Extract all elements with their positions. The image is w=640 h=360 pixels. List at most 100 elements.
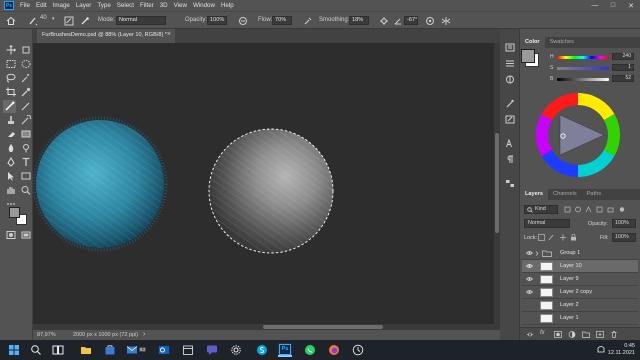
visibility-eye-icon[interactable] (526, 263, 533, 269)
airbrush-icon[interactable] (303, 16, 313, 26)
menu-3d[interactable]: 3D (157, 2, 171, 9)
menu-view[interactable]: View (171, 2, 190, 9)
layer-row-layer-9[interactable]: Layer 9 (522, 273, 638, 286)
saturation-value[interactable]: 1 (612, 64, 634, 71)
lasso-tool-icon[interactable] (5, 73, 17, 83)
mode-select[interactable]: Normal (116, 16, 166, 25)
close-window-button[interactable]: ✕ (622, 0, 640, 11)
menu-image[interactable]: Image (50, 2, 73, 9)
gradient-tool-icon[interactable] (20, 129, 32, 139)
marquee-tool-icon[interactable] (5, 59, 17, 69)
screen-mode-icon[interactable] (20, 230, 32, 240)
zoom-tool-icon[interactable] (20, 185, 32, 195)
delete-layer-icon[interactable] (610, 331, 618, 338)
search-taskbar-icon[interactable] (30, 344, 42, 356)
adjustments-panel-icon[interactable] (505, 75, 515, 84)
layer-opacity-field[interactable]: 100% (612, 219, 636, 228)
brush-settings-icon[interactable] (64, 16, 74, 26)
status-menu-arrow[interactable]: › (143, 331, 145, 338)
layer-row-layer-2[interactable]: Layer 2 (522, 299, 638, 312)
glyphs-panel-icon[interactable] (505, 179, 515, 188)
brush-dropdown-icon[interactable]: ▾ (52, 16, 55, 22)
horizontal-scroll-thumb[interactable] (263, 325, 383, 329)
paragraph-panel-icon[interactable] (505, 155, 515, 164)
eyedropper-tool-icon[interactable] (20, 87, 32, 97)
brush-preset-icon[interactable] (28, 16, 38, 26)
quick-mask-icon[interactable] (5, 230, 17, 240)
canvas-area[interactable] (33, 43, 494, 330)
artboard-tool-icon[interactable] (20, 45, 32, 55)
new-group-icon[interactable] (582, 331, 590, 338)
add-mask-icon[interactable] (554, 331, 562, 338)
system-clock[interactable]: 0:45 12.11.2021 (608, 343, 635, 357)
eraser-tool-icon[interactable] (5, 129, 17, 139)
angle-field[interactable]: -67° (404, 16, 418, 25)
magic-wand-icon[interactable] (20, 73, 32, 83)
history-panel-icon[interactable] (505, 43, 515, 52)
firefox-icon[interactable] (328, 344, 340, 356)
path-selection-icon[interactable] (5, 171, 17, 181)
pencil-tool-icon[interactable] (20, 101, 32, 111)
document-tab[interactable]: FurBrushesDemo.psd @ 88% (Layer 10, RGB/… (37, 29, 175, 43)
file-explorer-icon[interactable] (80, 344, 92, 356)
menu-select[interactable]: Select (114, 2, 137, 9)
photoshop-taskbar-button[interactable]: Ps (278, 343, 292, 357)
dodge-tool-icon[interactable] (20, 143, 32, 153)
brush-tip-icon[interactable] (80, 16, 90, 26)
expand-arrow-icon[interactable] (535, 251, 539, 256)
tab-swatches[interactable]: Swatches (545, 37, 579, 48)
outlook-icon[interactable] (158, 344, 170, 356)
windows-start-icon[interactable] (8, 344, 20, 356)
menu-window[interactable]: Window (190, 2, 218, 9)
tab-color[interactable]: Color (520, 37, 545, 48)
menu-type[interactable]: Type (94, 2, 113, 9)
smoothing-settings-icon[interactable] (379, 16, 389, 26)
menu-help[interactable]: Help (218, 2, 237, 9)
visibility-eye-icon[interactable] (526, 289, 533, 295)
calendar-icon[interactable] (182, 344, 194, 356)
smoothing-field[interactable]: 18% (349, 16, 369, 25)
blend-mode-select[interactable]: Normal (524, 219, 570, 228)
adjustment-layer-icon[interactable] (568, 331, 576, 338)
ellipse-marquee-icon[interactable] (20, 59, 32, 69)
tab-paths[interactable]: Paths (582, 189, 606, 200)
layer-row-group-1[interactable]: Group 1 (522, 247, 638, 260)
task-view-icon[interactable] (52, 344, 64, 356)
character-panel-icon[interactable] (505, 139, 515, 148)
skype-icon[interactable] (256, 344, 268, 356)
home-icon[interactable] (6, 16, 16, 26)
blur-tool-icon[interactable] (5, 143, 17, 153)
clone-stamp-icon[interactable] (5, 115, 17, 125)
pen-tool-icon[interactable] (5, 157, 17, 167)
layer-filter-icons[interactable] (564, 206, 626, 213)
store-icon[interactable] (104, 344, 116, 356)
settings-taskbar-icon[interactable] (230, 344, 242, 356)
hue-slider[interactable] (557, 56, 609, 59)
link-layers-icon[interactable] (526, 331, 534, 338)
saturation-slider[interactable] (557, 67, 609, 70)
brightness-slider[interactable] (557, 78, 609, 81)
layer-row-layer-10[interactable]: Layer 10 (522, 260, 638, 273)
hand-tool-icon[interactable] (5, 185, 17, 195)
maximize-button[interactable]: □ (604, 0, 622, 11)
chat-icon[interactable] (206, 344, 218, 356)
layer-row-layer-2-copy[interactable]: Layer 2 copy (522, 286, 638, 299)
opacity-field[interactable]: 100% (207, 16, 227, 25)
symmetry-icon[interactable] (441, 16, 451, 26)
flow-field[interactable]: 70% (272, 16, 292, 25)
mail-app[interactable]: 63 (126, 344, 147, 356)
pressure-size-icon[interactable] (425, 16, 435, 26)
visibility-eye-icon[interactable] (526, 276, 533, 282)
brush-settings-panel-icon[interactable] (505, 115, 515, 124)
brushes-panel-icon[interactable] (505, 99, 515, 108)
visibility-eye-icon[interactable] (526, 250, 533, 256)
brush-tool-icon[interactable] (4, 101, 16, 111)
menu-edit[interactable]: Edit (33, 2, 50, 9)
vertical-scroll-thumb[interactable] (495, 133, 499, 233)
layer-filter-kind[interactable]: Kind (524, 205, 558, 214)
minimize-button[interactable]: — (586, 0, 604, 11)
clock-app-icon[interactable] (352, 344, 364, 356)
properties-panel-icon[interactable] (505, 59, 515, 68)
rectangle-tool-icon[interactable] (20, 171, 32, 181)
lock-icons[interactable] (538, 234, 582, 241)
